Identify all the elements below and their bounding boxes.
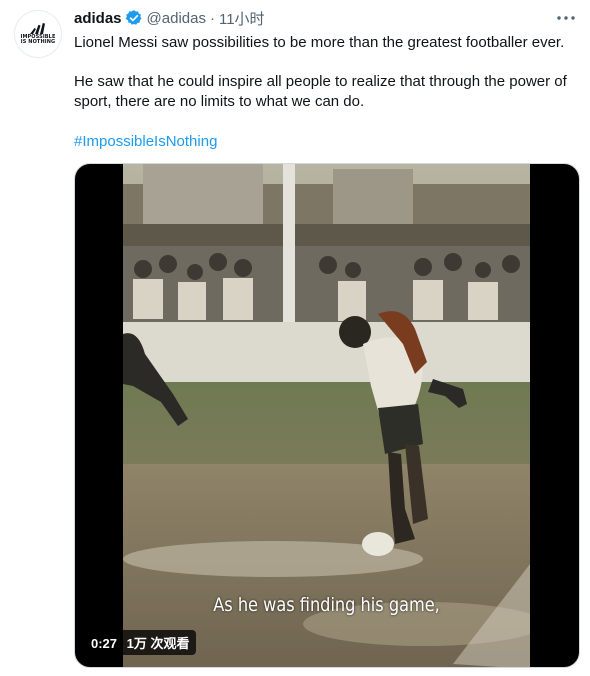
video-duration: 0:27 [91, 636, 118, 651]
avatar[interactable]: IMPOSSIBLE IS NOTHING [14, 10, 62, 58]
tweet-text-paragraph-1: Lionel Messi saw possibilities to be mor… [74, 34, 565, 51]
separator-dot: · [209, 9, 215, 27]
video-frame[interactable]: As he was finding his game, [123, 164, 530, 667]
video-stats-badge: 0:27 1万 次观看 [85, 630, 196, 655]
video-still-image [123, 164, 530, 667]
display-name[interactable]: adidas [74, 10, 122, 27]
video-player[interactable]: As he was finding his game, 0:27 1万 次观看 [74, 163, 580, 668]
adidas-logo-icon [30, 22, 45, 34]
video-view-count: 1万 次观看 [126, 636, 190, 651]
verified-badge-icon [125, 9, 143, 27]
tweet-text-paragraph-2: He saw that he could inspire all people … [74, 73, 567, 110]
more-options-icon[interactable] [554, 8, 578, 28]
timestamp[interactable]: 11小时 [219, 8, 265, 29]
handle[interactable]: @adidas [147, 10, 206, 27]
video-subtitle: As he was finding his game, [213, 594, 440, 616]
avatar-logo-text: IMPOSSIBLE IS NOTHING [20, 33, 56, 45]
hashtag-link[interactable]: #ImpossibleIsNothing [74, 132, 217, 152]
tweet: IMPOSSIBLE IS NOTHING adidas @adidas · 1… [0, 0, 590, 676]
tweet-header: adidas @adidas · 11小时 [74, 8, 265, 28]
